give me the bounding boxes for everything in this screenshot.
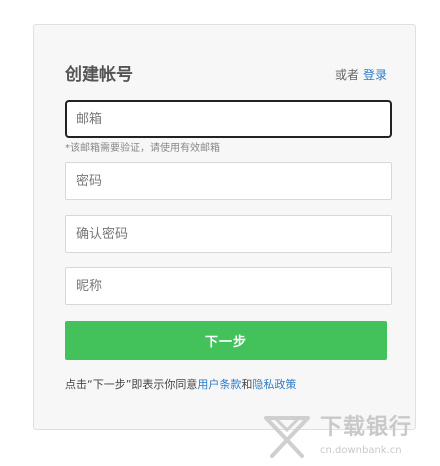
- email-field-wrapper: [65, 100, 392, 138]
- watermark-url: cn.downbank.cn: [320, 445, 402, 456]
- card-header: 创建帐号 或者 登录: [65, 63, 387, 87]
- password-field-wrapper: [65, 162, 392, 200]
- page-title: 创建帐号: [65, 65, 133, 85]
- watermark: 下载银行 cn.downbank.cn: [262, 412, 438, 462]
- email-hint: *该邮箱需要验证，请使用有效邮箱: [65, 143, 220, 154]
- privacy-policy-link[interactable]: 隐私政策: [252, 378, 296, 391]
- nickname-field[interactable]: [66, 268, 391, 304]
- alt-login-prefix: 或者: [334, 68, 359, 82]
- terms-and: 和: [241, 378, 253, 391]
- signup-card: 创建帐号 或者登录 *该邮箱需要验证，请使用有效邮箱 下一步 点击“下一步”即表…: [33, 24, 416, 430]
- confirm-password-field-wrapper: [65, 215, 392, 253]
- email-field[interactable]: [67, 102, 390, 136]
- password-field[interactable]: [66, 163, 391, 199]
- login-link[interactable]: 登录: [363, 68, 387, 82]
- downbank-logo-icon: [264, 416, 310, 458]
- user-terms-link[interactable]: 用户条款: [197, 378, 241, 391]
- next-button[interactable]: 下一步: [65, 321, 387, 360]
- terms-text: 点击“下一步”即表示你同意用户条款和隐私政策: [65, 377, 296, 393]
- watermark-name: 下载银行: [320, 415, 413, 440]
- confirm-password-field[interactable]: [66, 216, 391, 252]
- terms-prefix: 点击“下一步”即表示你同意: [65, 378, 198, 391]
- nickname-field-wrapper: [65, 267, 392, 305]
- alt-login: 或者 登录: [335, 66, 387, 84]
